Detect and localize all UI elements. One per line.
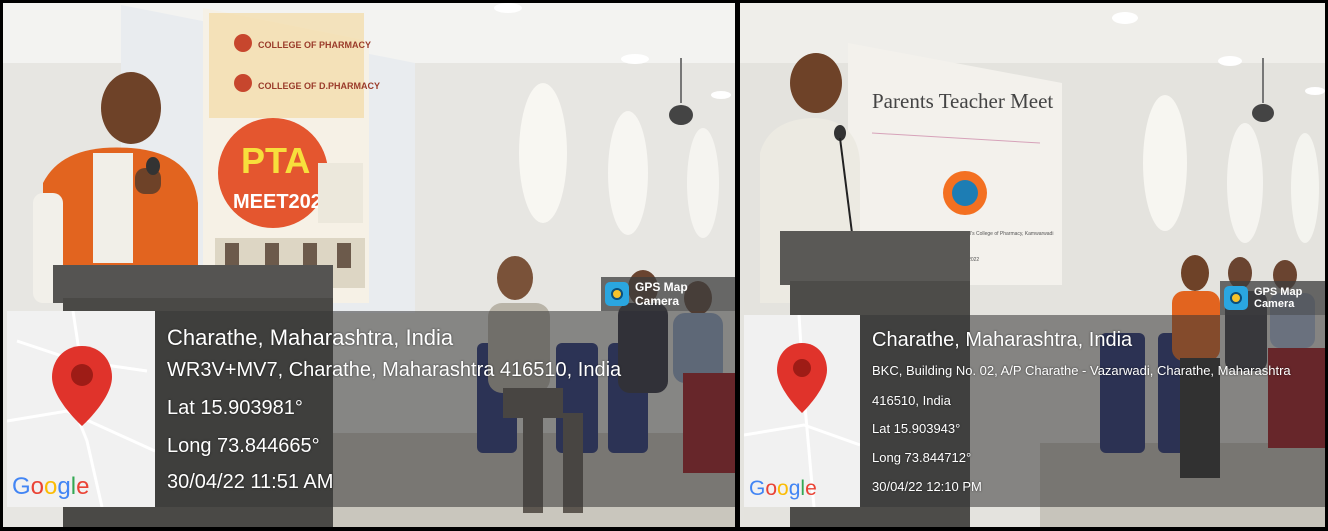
location-address-line-1: BKC, Building No. 02, A/P Charathe - Vaz…	[872, 363, 1291, 378]
gps-camera-badge: GPS Map Camera	[1220, 281, 1325, 315]
google-logo: Google	[749, 477, 817, 500]
longitude: Long 73.844712°	[872, 450, 972, 465]
location-title: Charathe, Maharashtra, India	[872, 329, 1133, 351]
timestamp: 30/04/22 12:10 PM	[872, 479, 982, 494]
location-overlay: Charathe, Maharashtra, India WR3V+MV7, C…	[155, 311, 735, 507]
gps-camera-app-icon	[1224, 286, 1248, 310]
latitude: Lat 15.903943°	[872, 421, 961, 436]
map-thumbnail: Google	[7, 311, 155, 507]
google-logo: Google	[12, 473, 90, 500]
location-title: Charathe, Maharashtra, India	[167, 325, 454, 350]
slide-title: Parents Teacher Meet	[872, 89, 1053, 113]
gps-camera-app-icon	[605, 282, 629, 306]
slide-pta-badge: PTA	[241, 140, 310, 181]
location-address-line-2: 416510, India	[872, 393, 951, 408]
photo-panel-left: COLLEGE OF PHARMACY COLLEGE OF D.PHARMAC…	[3, 3, 735, 527]
timestamp: 30/04/22 11:51 AM	[167, 471, 334, 493]
photo-panel-right: Parents Teacher Meet Shramsa Shikshan Pr…	[740, 3, 1325, 527]
latitude: Lat 15.903981°	[167, 397, 303, 419]
location-address: WR3V+MV7, Charathe, Maharashtra 416510, …	[167, 359, 622, 381]
gps-camera-label: GPS Map Camera	[635, 280, 688, 308]
slide-college-line-1: COLLEGE OF PHARMACY	[258, 40, 371, 50]
map-thumbnail: Google	[744, 315, 860, 507]
location-overlay: Charathe, Maharashtra, India BKC, Buildi…	[860, 315, 1325, 507]
slide-college-line-2: COLLEGE OF D.PHARMACY	[258, 81, 380, 91]
gps-camera-label: GPS Map Camera	[1254, 286, 1303, 310]
longitude: Long 73.844665°	[167, 435, 320, 457]
gps-camera-badge: GPS Map Camera	[601, 277, 735, 311]
